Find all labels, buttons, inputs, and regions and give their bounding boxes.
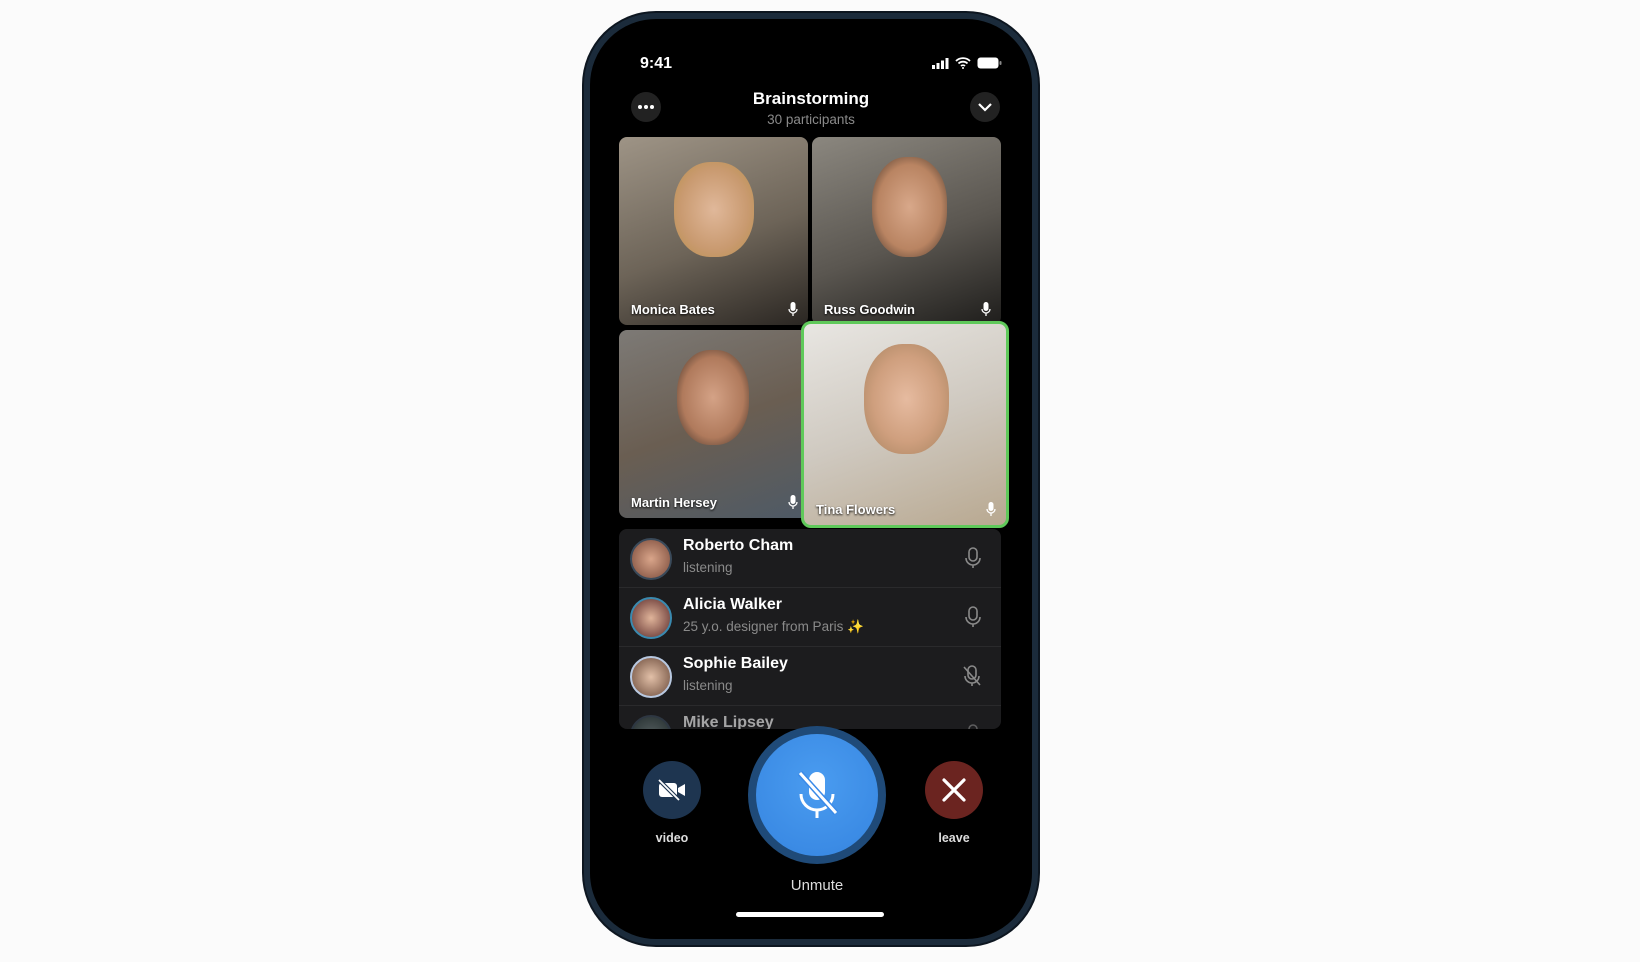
leave-button[interactable] <box>925 761 983 819</box>
avatar <box>630 715 672 729</box>
participant-face <box>872 157 947 257</box>
battery-icon <box>977 57 1002 69</box>
avatar <box>630 597 672 639</box>
unmute-button-inner <box>756 734 878 856</box>
list-item[interactable]: Alicia Walker 25 y.o. designer from Pari… <box>619 588 1001 647</box>
tile-name: Tina Flowers <box>816 502 896 517</box>
video-tile-speaking[interactable]: Tina Flowers <box>801 321 1009 528</box>
avatar <box>630 538 672 580</box>
unmute-label: Unmute <box>790 877 844 894</box>
mic-off-icon[interactable] <box>963 665 981 687</box>
participant-face <box>864 344 949 454</box>
video-tile[interactable]: Martin Hersey <box>619 330 808 518</box>
participant-face <box>677 350 749 445</box>
wifi-icon <box>955 57 971 69</box>
tile-name: Martin Hersey <box>631 495 717 510</box>
participant-face <box>674 162 754 257</box>
video-button[interactable] <box>643 761 701 819</box>
phone-frame: 9:41 Brainstorming 30 participants Monic… <box>584 13 1038 945</box>
status-icons <box>932 57 1002 69</box>
mic-icon <box>981 302 991 316</box>
call-title: Brainstorming <box>752 89 870 108</box>
unmute-button[interactable] <box>748 726 886 864</box>
mic-icon[interactable] <box>965 547 981 569</box>
video-off-icon <box>657 779 685 801</box>
mic-icon <box>788 495 798 509</box>
home-indicator[interactable] <box>736 912 884 917</box>
chevron-down-icon <box>978 102 992 112</box>
close-icon <box>942 778 966 802</box>
participant-status: listening <box>683 560 733 575</box>
collapse-button[interactable] <box>970 92 1000 122</box>
mic-icon <box>986 502 996 516</box>
video-tile[interactable]: Russ Goodwin <box>812 137 1001 325</box>
participant-count: 30 participants <box>767 112 855 127</box>
participant-name: Alicia Walker <box>683 596 783 613</box>
avatar <box>630 656 672 698</box>
participant-name: Roberto Cham <box>683 537 794 554</box>
mic-icon[interactable] <box>965 606 981 628</box>
video-label: video <box>655 831 689 845</box>
participant-status: listening <box>683 678 733 693</box>
participant-status: 25 y.o. designer from Paris ✨ <box>683 619 864 634</box>
participant-list[interactable]: Roberto Cham listening Alicia Walker 25 … <box>619 529 1001 729</box>
signal-icon <box>932 57 949 69</box>
leave-label: leave <box>938 831 970 845</box>
participant-name: Mike Lipsey <box>683 714 774 729</box>
mic-icon[interactable] <box>965 724 981 729</box>
tile-name: Monica Bates <box>631 302 715 317</box>
participant-name: Sophie Bailey <box>683 655 788 672</box>
status-time: 9:41 <box>640 55 673 72</box>
mic-icon <box>788 302 798 316</box>
tile-name: Russ Goodwin <box>824 302 915 317</box>
video-tile[interactable]: Monica Bates <box>619 137 808 325</box>
mic-off-icon <box>797 770 839 818</box>
list-item[interactable]: Roberto Cham listening <box>619 529 1001 588</box>
list-item[interactable]: Sophie Bailey listening <box>619 647 1001 706</box>
